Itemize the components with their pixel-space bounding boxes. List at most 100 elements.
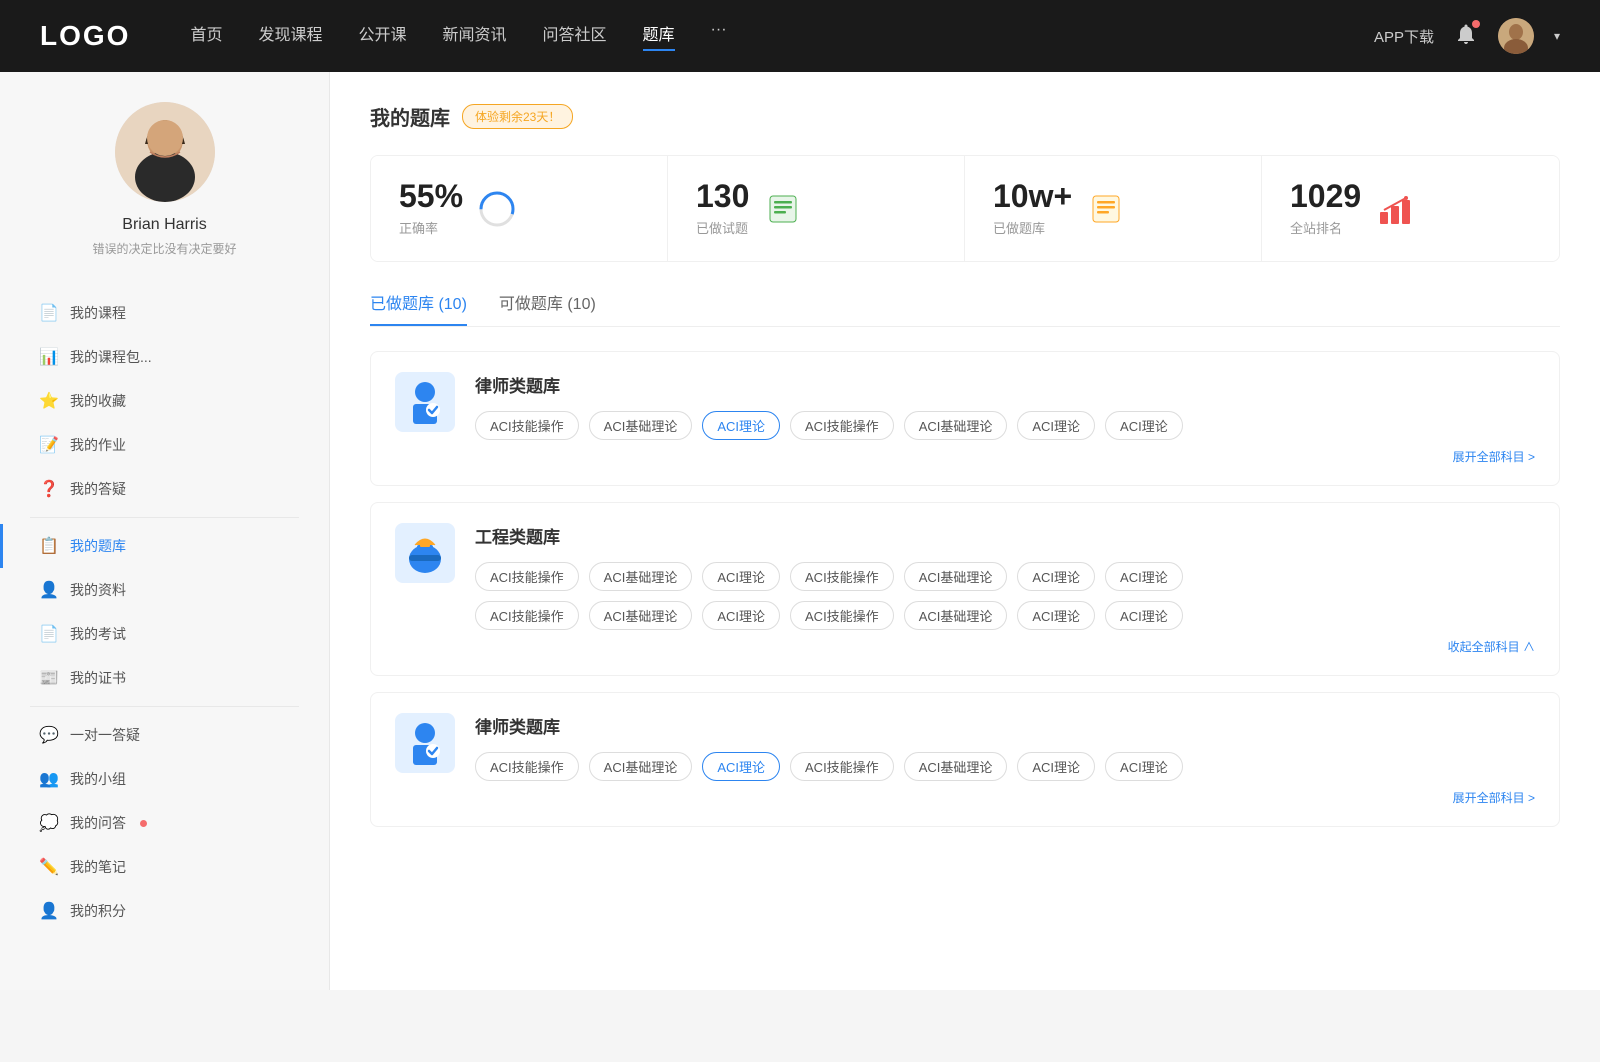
tab-available-banks[interactable]: 可做题库 (10) <box>499 290 596 326</box>
tag[interactable]: ACI基础理论 <box>589 752 693 781</box>
stat-value-accuracy: 55% <box>399 180 463 212</box>
expand-link-lawyer-1[interactable]: 展开全部科目 > <box>475 448 1535 465</box>
stat-label-done-banks: 已做题库 <box>993 218 1072 237</box>
menu-label-13: 我的积分 <box>70 901 126 921</box>
tag[interactable]: ACI技能操作 <box>475 411 579 440</box>
nav-item-问答社区[interactable]: 问答社区 <box>543 21 607 51</box>
nav-item-新闻资讯[interactable]: 新闻资讯 <box>443 21 507 51</box>
nav-item-题库[interactable]: 题库 <box>643 21 675 51</box>
tag[interactable]: ACI理论 <box>702 411 780 440</box>
stat-card-done-questions: 130 已做试题 <box>668 156 965 261</box>
tag[interactable]: ACI基础理论 <box>589 562 693 591</box>
app-download-button[interactable]: APP下载 <box>1374 26 1434 47</box>
nav-item-首页[interactable]: 首页 <box>190 21 222 51</box>
navbar: LOGO 首页 发现课程 公开课 新闻资讯 问答社区 题库 ··· APP下载 ▾ <box>0 0 1600 72</box>
nav-item-发现课程[interactable]: 发现课程 <box>258 21 322 51</box>
logo[interactable]: LOGO <box>40 20 130 52</box>
notification-bell[interactable] <box>1454 22 1478 51</box>
qbank-card-engineer: 工程类题库 ACI技能操作 ACI基础理论 ACI理论 ACI技能操作 ACI基… <box>370 502 1560 676</box>
nav-item-公开课[interactable]: 公开课 <box>358 21 406 51</box>
qbank-content: 律师类题库 ACI技能操作 ACI基础理论 ACI理论 ACI技能操作 ACI基… <box>475 372 1535 465</box>
sidebar: Brian Harris 错误的决定比没有决定要好 📄我的课程📊我的课程包...… <box>0 72 330 990</box>
page-title: 我的题库 <box>370 102 450 131</box>
sidebar-item-8[interactable]: 📰我的证书 <box>0 656 329 700</box>
tag[interactable]: ACI技能操作 <box>475 601 579 630</box>
trial-badge: 体验剩余23天！ <box>462 104 573 129</box>
menu-divider-5 <box>30 517 299 518</box>
user-avatar <box>115 102 215 202</box>
tag[interactable]: ACI基础理论 <box>904 562 1008 591</box>
sidebar-item-6[interactable]: 👤我的资料 <box>0 568 329 612</box>
menu-label-9: 一对一答疑 <box>70 725 140 745</box>
qbank-card-lawyer-2: 律师类题库 ACI技能操作 ACI基础理论 ACI理论 ACI技能操作 ACI基… <box>370 692 1560 827</box>
tab-done-banks[interactable]: 已做题库 (10) <box>370 290 467 326</box>
tag[interactable]: ACI理论 <box>702 752 780 781</box>
sidebar-item-7[interactable]: 📄我的考试 <box>0 612 329 656</box>
stat-label-accuracy: 正确率 <box>399 218 463 237</box>
tag[interactable]: ACI技能操作 <box>790 601 894 630</box>
tag[interactable]: ACI理论 <box>1017 752 1095 781</box>
qbank-name-engineer: 工程类题库 <box>475 523 1535 548</box>
sidebar-item-10[interactable]: 👥我的小组 <box>0 757 329 801</box>
expand-link-lawyer-2[interactable]: 展开全部科目 > <box>475 789 1535 806</box>
sidebar-item-2[interactable]: ⭐我的收藏 <box>0 379 329 423</box>
tags-row-lawyer-1: ACI技能操作 ACI基础理论 ACI理论 ACI技能操作 ACI基础理论 AC… <box>475 411 1535 440</box>
sidebar-item-4[interactable]: ❓我的答疑 <box>0 467 329 511</box>
sidebar-item-11[interactable]: 💭我的问答 <box>0 801 329 845</box>
menu-icon-10: 👥 <box>40 770 58 788</box>
sidebar-item-12[interactable]: ✏️我的笔记 <box>0 845 329 889</box>
stat-value-done-questions: 130 <box>696 180 749 212</box>
tag[interactable]: ACI基础理论 <box>904 411 1008 440</box>
sidebar-item-9[interactable]: 💬一对一答疑 <box>0 713 329 757</box>
tag[interactable]: ACI技能操作 <box>790 562 894 591</box>
tags-row-engineer-1: ACI技能操作 ACI基础理论 ACI理论 ACI技能操作 ACI基础理论 AC… <box>475 562 1535 591</box>
tag[interactable]: ACI基础理论 <box>589 601 693 630</box>
menu-label-8: 我的证书 <box>70 668 126 688</box>
menu-label-11: 我的问答 <box>70 813 126 833</box>
menu-icon-6: 👤 <box>40 581 58 599</box>
tag[interactable]: ACI理论 <box>1105 601 1183 630</box>
accuracy-icon <box>479 191 515 227</box>
sidebar-item-0[interactable]: 📄我的课程 <box>0 291 329 335</box>
tag[interactable]: ACI理论 <box>702 562 780 591</box>
menu-icon-4: ❓ <box>40 480 58 498</box>
stat-card-done-banks: 10w+ 已做题库 <box>965 156 1262 261</box>
sidebar-item-13[interactable]: 👤我的积分 <box>0 889 329 933</box>
collapse-link-engineer[interactable]: 收起全部科目 ∧ <box>475 638 1535 655</box>
menu-divider-9 <box>30 706 299 707</box>
tag[interactable]: ACI理论 <box>1105 562 1183 591</box>
tag[interactable]: ACI技能操作 <box>790 411 894 440</box>
stat-value-rank: 1029 <box>1290 180 1361 212</box>
tag[interactable]: ACI基础理论 <box>589 411 693 440</box>
sidebar-item-3[interactable]: 📝我的作业 <box>0 423 329 467</box>
tag[interactable]: ACI理论 <box>1017 601 1095 630</box>
lawyer-icon <box>395 372 455 432</box>
main-content: 我的题库 体验剩余23天！ 55% 正确率 <box>330 72 1600 990</box>
tag[interactable]: ACI理论 <box>1105 752 1183 781</box>
stat-label-rank: 全站排名 <box>1290 218 1361 237</box>
menu-icon-1: 📊 <box>40 348 58 366</box>
sidebar-item-1[interactable]: 📊我的课程包... <box>0 335 329 379</box>
user-dropdown-icon[interactable]: ▾ <box>1554 29 1560 43</box>
tag[interactable]: ACI技能操作 <box>475 752 579 781</box>
sidebar-item-5[interactable]: 📋我的题库 <box>0 524 329 568</box>
notification-dot-11 <box>140 820 147 827</box>
tag[interactable]: ACI基础理论 <box>904 752 1008 781</box>
tag[interactable]: ACI理论 <box>1017 562 1095 591</box>
tag[interactable]: ACI理论 <box>1017 411 1095 440</box>
qbank-name-lawyer-2: 律师类题库 <box>475 713 1535 738</box>
stat-value-done-banks: 10w+ <box>993 180 1072 212</box>
qbank-card-header-lawyer-2: 律师类题库 ACI技能操作 ACI基础理论 ACI理论 ACI技能操作 ACI基… <box>395 713 1535 806</box>
user-avatar-nav[interactable] <box>1498 18 1534 54</box>
tag[interactable]: ACI技能操作 <box>790 752 894 781</box>
qbank-name-lawyer-1: 律师类题库 <box>475 372 1535 397</box>
stats-row: 55% 正确率 130 已做试题 <box>370 155 1560 262</box>
tag[interactable]: ACI理论 <box>702 601 780 630</box>
tag[interactable]: ACI理论 <box>1105 411 1183 440</box>
tag[interactable]: ACI技能操作 <box>475 562 579 591</box>
tag[interactable]: ACI基础理论 <box>904 601 1008 630</box>
user-name: Brian Harris <box>20 216 309 234</box>
menu-icon-7: 📄 <box>40 625 58 643</box>
qbank-card-lawyer-1: 律师类题库 ACI技能操作 ACI基础理论 ACI理论 ACI技能操作 ACI基… <box>370 351 1560 486</box>
nav-item-···[interactable]: ··· <box>711 21 727 51</box>
